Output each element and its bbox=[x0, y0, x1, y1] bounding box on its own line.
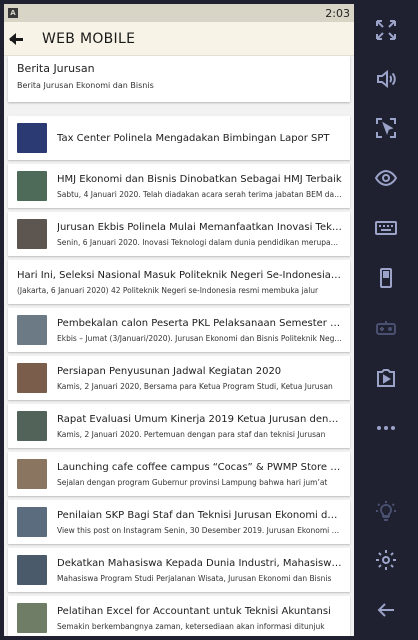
news-item[interactable]: Jurusan Ekbis Polinela Mulai Memanfaatka… bbox=[8, 212, 350, 256]
news-item[interactable]: Hari Ini, Seleksi Nasional Masuk Politek… bbox=[8, 260, 350, 304]
section-title: Berita Jurusan bbox=[17, 62, 95, 75]
news-summary: Senin, 6 Januari 2020. Inovasi Teknologi… bbox=[57, 237, 342, 247]
news-title: Persiapan Penyusunan Jadwal Kegiatan 202… bbox=[57, 365, 282, 377]
fullscreen-icon[interactable] bbox=[370, 14, 402, 46]
volume-icon[interactable] bbox=[370, 63, 402, 95]
app-bar: WEB MOBILE bbox=[4, 22, 354, 56]
news-thumbnail bbox=[17, 123, 47, 153]
status-time: 2:03 bbox=[325, 6, 350, 20]
news-item[interactable]: Pelatihan Excel for Accountant untuk Tek… bbox=[8, 596, 350, 636]
news-summary: Kamis, 2 Januari 2020. Pertemuan dengan … bbox=[57, 429, 326, 439]
screenshot-icon[interactable] bbox=[370, 112, 402, 144]
news-summary: Sabtu, 4 Januari 2020. Telah diadakan ac… bbox=[57, 189, 342, 199]
section-header-card: Berita Jurusan Berita Jurusan Ekonomi da… bbox=[8, 56, 350, 102]
news-thumbnail bbox=[17, 603, 47, 633]
eye-icon[interactable] bbox=[370, 162, 402, 194]
news-thumbnail bbox=[17, 171, 47, 201]
news-item[interactable]: Rapat Evaluasi Umum Kinerja 2019 Ketua J… bbox=[8, 404, 350, 448]
news-thumbnail bbox=[17, 315, 47, 345]
news-title: Tax Center Polinela Mengadakan Bimbingan… bbox=[57, 132, 330, 144]
device-screen: A 2:03 WEB MOBILE Berita Jurusan Berita … bbox=[4, 4, 354, 636]
keyboard-icon[interactable] bbox=[370, 212, 402, 244]
news-item[interactable]: Penilaian SKP Bagi Staf dan Teknisi Juru… bbox=[8, 500, 350, 544]
news-thumbnail bbox=[17, 507, 47, 537]
news-list: Tax Center Polinela Mengadakan Bimbingan… bbox=[4, 116, 354, 636]
news-summary: (Jakarta, 6 Januari 2020) 42 Politeknik … bbox=[17, 285, 319, 295]
news-thumbnail bbox=[17, 459, 47, 489]
content-scroll[interactable]: Berita Jurusan Berita Jurusan Ekonomi da… bbox=[4, 56, 354, 636]
news-title: Penilaian SKP Bagi Staf dan Teknisi Juru… bbox=[57, 509, 342, 521]
news-summary: Mahasiswa Program Studi Perjalanan Wisat… bbox=[57, 573, 332, 583]
phone-rotate-icon[interactable] bbox=[370, 262, 402, 294]
emulator-sidebar bbox=[358, 0, 418, 640]
news-title: Rapat Evaluasi Umum Kinerja 2019 Ketua J… bbox=[57, 413, 342, 425]
news-thumbnail bbox=[17, 411, 47, 441]
news-thumbnail bbox=[17, 363, 47, 393]
settings-icon[interactable] bbox=[370, 544, 402, 576]
news-item[interactable]: Dekatkan Mahasiswa Kepada Dunia Industri… bbox=[8, 548, 350, 592]
news-summary: Sejalan dengan program Gubernur provinsi… bbox=[57, 477, 328, 487]
light-icon[interactable] bbox=[370, 496, 402, 528]
news-title: Jurusan Ekbis Polinela Mulai Memanfaatka… bbox=[57, 221, 342, 233]
news-thumbnail bbox=[17, 219, 47, 249]
news-item[interactable]: Persiapan Penyusunan Jadwal Kegiatan 202… bbox=[8, 356, 350, 400]
gamepad-icon[interactable] bbox=[370, 311, 402, 343]
media-import-icon[interactable] bbox=[370, 362, 402, 394]
status-bar: A 2:03 bbox=[4, 4, 354, 22]
section-subtitle: Berita Jurusan Ekonomi dan Bisnis bbox=[17, 81, 154, 90]
news-item[interactable]: Tax Center Polinela Mengadakan Bimbingan… bbox=[8, 116, 350, 160]
more-icon[interactable] bbox=[370, 412, 402, 444]
news-item[interactable]: Pembekalan calon Peserta PKL Pelaksanaan… bbox=[8, 308, 350, 352]
news-title: HMJ Ekonomi dan Bisnis Dinobatkan Sebaga… bbox=[57, 173, 342, 185]
back-icon[interactable] bbox=[370, 594, 402, 626]
news-title: Pembekalan calon Peserta PKL Pelaksanaan… bbox=[57, 317, 342, 329]
news-title: Launching cafe coffee campus “Cocas” & P… bbox=[57, 461, 342, 473]
back-arrow-icon[interactable] bbox=[8, 31, 26, 47]
news-summary: Kamis, 2 Januari 2020, Bersama para Ketu… bbox=[57, 381, 333, 391]
news-title: Hari Ini, Seleksi Nasional Masuk Politek… bbox=[17, 269, 342, 281]
news-title: Dekatkan Mahasiswa Kepada Dunia Industri… bbox=[57, 557, 342, 569]
emulator-window: A 2:03 WEB MOBILE Berita Jurusan Berita … bbox=[0, 0, 418, 640]
news-title: Pelatihan Excel for Accountant untuk Tek… bbox=[57, 605, 331, 617]
news-summary: Ekbis – Jumat (3/Januari/2020). Jurusan … bbox=[57, 333, 342, 343]
news-summary: View this post on Instagram Senin, 30 De… bbox=[57, 525, 342, 535]
news-item[interactable]: Launching cafe coffee campus “Cocas” & P… bbox=[8, 452, 350, 496]
news-item[interactable]: HMJ Ekonomi dan Bisnis Dinobatkan Sebaga… bbox=[8, 164, 350, 208]
app-title: WEB MOBILE bbox=[42, 30, 136, 47]
news-thumbnail bbox=[17, 555, 47, 585]
notification-icon: A bbox=[8, 8, 18, 18]
news-summary: Semakin berkembangnya zaman, ketersediaa… bbox=[57, 621, 325, 631]
